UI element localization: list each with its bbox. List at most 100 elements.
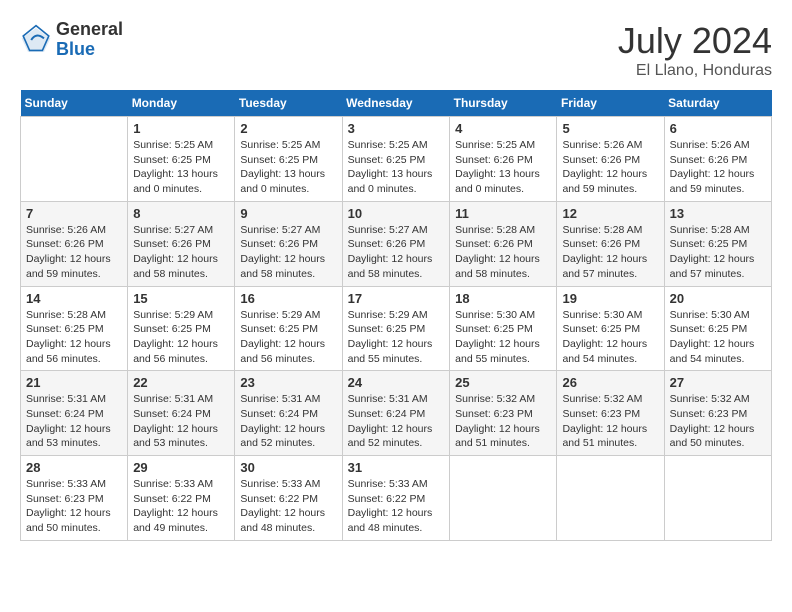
day-number: 30: [240, 460, 336, 475]
day-number: 6: [670, 121, 766, 136]
day-number: 26: [562, 375, 658, 390]
calendar-cell: 19 Sunrise: 5:30 AMSunset: 6:25 PMDayligh…: [557, 286, 664, 371]
calendar-cell: 11 Sunrise: 5:28 AMSunset: 6:26 PMDayligh…: [450, 201, 557, 286]
calendar-cell: 26 Sunrise: 5:32 AMSunset: 6:23 PMDayligh…: [557, 371, 664, 456]
day-number: 2: [240, 121, 336, 136]
day-number: 24: [348, 375, 445, 390]
day-info: Sunrise: 5:25 AMSunset: 6:25 PMDaylight:…: [240, 138, 336, 197]
calendar-cell: 8Sunrise: 5:27 AMSunset: 6:26 PMDaylight…: [128, 201, 235, 286]
calendar-cell: 22 Sunrise: 5:31 AMSunset: 6:24 PMDayligh…: [128, 371, 235, 456]
calendar-cell: 29 Sunrise: 5:33 AMSunset: 6:22 PMDayligh…: [128, 456, 235, 541]
calendar-cell: 28Sunrise: 5:33 AMSunset: 6:23 PMDayligh…: [21, 456, 128, 541]
calendar-week-3: 14Sunrise: 5:28 AMSunset: 6:25 PMDayligh…: [21, 286, 772, 371]
day-number: 16: [240, 291, 336, 306]
day-number: 5: [562, 121, 658, 136]
col-sunday: Sunday: [21, 90, 128, 117]
calendar-cell: 14Sunrise: 5:28 AMSunset: 6:25 PMDayligh…: [21, 286, 128, 371]
calendar-cell: 30 Sunrise: 5:33 AMSunset: 6:22 PMDayligh…: [235, 456, 342, 541]
day-info: Sunrise: 5:32 AMSunset: 6:23 PMDaylight:…: [455, 392, 551, 451]
calendar-cell: 12 Sunrise: 5:28 AMSunset: 6:26 PMDayligh…: [557, 201, 664, 286]
calendar-cell: 5 Sunrise: 5:26 AMSunset: 6:26 PMDaylight…: [557, 117, 664, 202]
calendar-week-5: 28Sunrise: 5:33 AMSunset: 6:23 PMDayligh…: [21, 456, 772, 541]
day-info: Sunrise: 5:28 AMSunset: 6:25 PMDaylight:…: [26, 308, 122, 367]
day-info: Sunrise: 5:25 AMSunset: 6:25 PMDaylight:…: [133, 138, 229, 197]
day-number: 27: [670, 375, 766, 390]
day-info: Sunrise: 5:33 AMSunset: 6:22 PMDaylight:…: [133, 477, 229, 536]
day-info: Sunrise: 5:30 AMSunset: 6:25 PMDaylight:…: [455, 308, 551, 367]
calendar-cell: 2 Sunrise: 5:25 AMSunset: 6:25 PMDaylight…: [235, 117, 342, 202]
col-friday: Friday: [557, 90, 664, 117]
day-number: 29: [133, 460, 229, 475]
day-number: 13: [670, 206, 766, 221]
day-info: Sunrise: 5:33 AMSunset: 6:22 PMDaylight:…: [240, 477, 336, 536]
day-info: Sunrise: 5:28 AMSunset: 6:25 PMDaylight:…: [670, 223, 766, 282]
logo-general: General: [56, 20, 123, 40]
day-number: 28: [26, 460, 122, 475]
calendar-cell: 4 Sunrise: 5:25 AMSunset: 6:26 PMDaylight…: [450, 117, 557, 202]
day-number: 12: [562, 206, 658, 221]
day-info: Sunrise: 5:29 AMSunset: 6:25 PMDaylight:…: [348, 308, 445, 367]
calendar-cell: 13 Sunrise: 5:28 AMSunset: 6:25 PMDayligh…: [664, 201, 771, 286]
calendar-cell: [664, 456, 771, 541]
calendar-cell: 16Sunrise: 5:29 AMSunset: 6:25 PMDayligh…: [235, 286, 342, 371]
calendar-cell: 6Sunrise: 5:26 AMSunset: 6:26 PMDaylight…: [664, 117, 771, 202]
calendar-cell: [21, 117, 128, 202]
logo-blue: Blue: [56, 40, 123, 60]
day-number: 21: [26, 375, 122, 390]
day-info: Sunrise: 5:31 AMSunset: 6:24 PMDaylight:…: [240, 392, 336, 451]
day-info: Sunrise: 5:28 AMSunset: 6:26 PMDaylight:…: [562, 223, 658, 282]
calendar-cell: 9Sunrise: 5:27 AMSunset: 6:26 PMDaylight…: [235, 201, 342, 286]
day-info: Sunrise: 5:27 AMSunset: 6:26 PMDaylight:…: [348, 223, 445, 282]
col-tuesday: Tuesday: [235, 90, 342, 117]
day-info: Sunrise: 5:30 AMSunset: 6:25 PMDaylight:…: [562, 308, 658, 367]
day-number: 4: [455, 121, 551, 136]
day-info: Sunrise: 5:26 AMSunset: 6:26 PMDaylight:…: [562, 138, 658, 197]
day-number: 23: [240, 375, 336, 390]
calendar-cell: 23 Sunrise: 5:31 AMSunset: 6:24 PMDayligh…: [235, 371, 342, 456]
day-number: 20: [670, 291, 766, 306]
day-info: Sunrise: 5:33 AMSunset: 6:22 PMDaylight:…: [348, 477, 445, 536]
day-number: 18: [455, 291, 551, 306]
day-info: Sunrise: 5:31 AMSunset: 6:24 PMDaylight:…: [348, 392, 445, 451]
calendar-cell: 24 Sunrise: 5:31 AMSunset: 6:24 PMDayligh…: [342, 371, 450, 456]
calendar-cell: [450, 456, 557, 541]
col-monday: Monday: [128, 90, 235, 117]
calendar-cell: 18 Sunrise: 5:30 AMSunset: 6:25 PMDayligh…: [450, 286, 557, 371]
calendar-week-2: 7 Sunrise: 5:26 AMSunset: 6:26 PMDaylight…: [21, 201, 772, 286]
day-info: Sunrise: 5:29 AMSunset: 6:25 PMDaylight:…: [133, 308, 229, 367]
calendar-cell: 7 Sunrise: 5:26 AMSunset: 6:26 PMDaylight…: [21, 201, 128, 286]
title-section: July 2024 El Llano, Honduras: [618, 20, 772, 80]
month-year: July 2024: [618, 20, 772, 62]
day-info: Sunrise: 5:26 AMSunset: 6:26 PMDaylight:…: [26, 223, 122, 282]
calendar-table: Sunday Monday Tuesday Wednesday Thursday…: [20, 90, 772, 541]
day-number: 17: [348, 291, 445, 306]
day-info: Sunrise: 5:27 AMSunset: 6:26 PMDaylight:…: [240, 223, 336, 282]
col-thursday: Thursday: [450, 90, 557, 117]
col-saturday: Saturday: [664, 90, 771, 117]
calendar-cell: 1Sunrise: 5:25 AMSunset: 6:25 PMDaylight…: [128, 117, 235, 202]
header-row: Sunday Monday Tuesday Wednesday Thursday…: [21, 90, 772, 117]
day-info: Sunrise: 5:32 AMSunset: 6:23 PMDaylight:…: [670, 392, 766, 451]
day-info: Sunrise: 5:31 AMSunset: 6:24 PMDaylight:…: [133, 392, 229, 451]
calendar-cell: 21 Sunrise: 5:31 AMSunset: 6:24 PMDayligh…: [21, 371, 128, 456]
day-number: 15: [133, 291, 229, 306]
page-header: General Blue July 2024 El Llano, Hondura…: [20, 20, 772, 80]
day-info: Sunrise: 5:31 AMSunset: 6:24 PMDaylight:…: [26, 392, 122, 451]
day-info: Sunrise: 5:25 AMSunset: 6:26 PMDaylight:…: [455, 138, 551, 197]
day-number: 3: [348, 121, 445, 136]
col-wednesday: Wednesday: [342, 90, 450, 117]
day-number: 8: [133, 206, 229, 221]
day-number: 11: [455, 206, 551, 221]
day-info: Sunrise: 5:28 AMSunset: 6:26 PMDaylight:…: [455, 223, 551, 282]
calendar-week-4: 21 Sunrise: 5:31 AMSunset: 6:24 PMDayligh…: [21, 371, 772, 456]
day-number: 7: [26, 206, 122, 221]
calendar-cell: 15 Sunrise: 5:29 AMSunset: 6:25 PMDayligh…: [128, 286, 235, 371]
day-number: 25: [455, 375, 551, 390]
logo: General Blue: [20, 20, 123, 60]
day-info: Sunrise: 5:32 AMSunset: 6:23 PMDaylight:…: [562, 392, 658, 451]
calendar-cell: 10Sunrise: 5:27 AMSunset: 6:26 PMDayligh…: [342, 201, 450, 286]
logo-text: General Blue: [56, 20, 123, 60]
calendar-body: 1Sunrise: 5:25 AMSunset: 6:25 PMDaylight…: [21, 117, 772, 541]
day-number: 22: [133, 375, 229, 390]
day-number: 19: [562, 291, 658, 306]
